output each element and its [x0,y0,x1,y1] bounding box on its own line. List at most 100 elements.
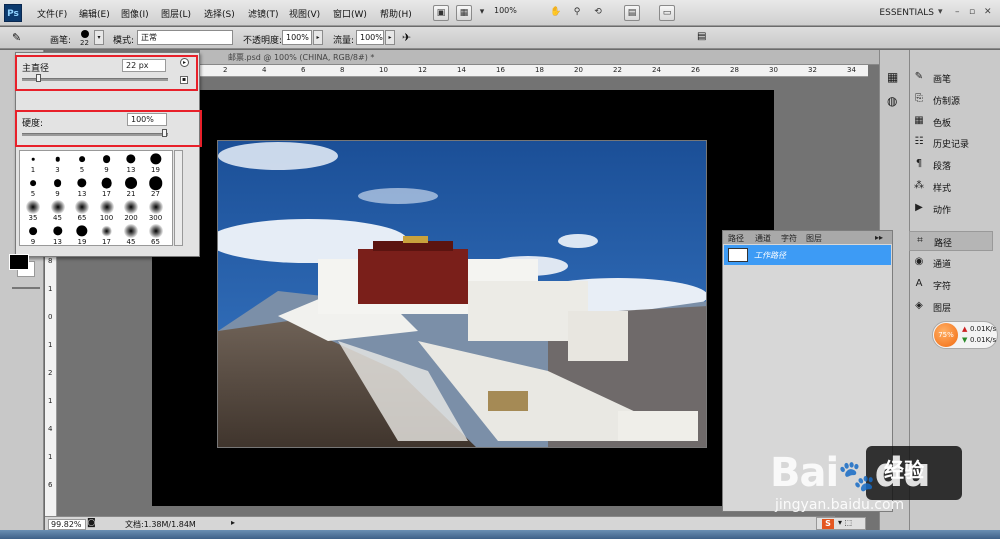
chevron-down-icon[interactable]: ▾ [474,5,490,21]
dock-item[interactable]: ✎ 画笔 [909,68,993,88]
chevron-down-icon[interactable]: ▾ [938,7,943,17]
brush-preset[interactable]: 65 [145,223,167,245]
brush-tool-icon[interactable]: ✎ [12,31,21,44]
zoom-status-field[interactable]: 99.82% [48,519,86,530]
diameter-slider[interactable] [22,78,168,81]
ruler-tick-label: 22 [613,66,622,74]
dock-item[interactable]: ⌗ 路径 [909,231,993,251]
screen-mode-icon[interactable]: ▭ [659,5,675,21]
rotate-view-icon[interactable]: ⟲ [590,5,606,21]
brush-preset[interactable]: 65 [71,199,93,223]
restore-icon[interactable]: ▫ [969,7,975,17]
brush-preset[interactable]: 17 [96,175,118,199]
menu-file[interactable]: 文件(F) [37,7,67,20]
hardness-slider-thumb[interactable] [162,129,167,137]
tab-layers[interactable]: 图层 [806,233,822,244]
brush-preset[interactable]: 5 [71,151,93,175]
opacity-field[interactable]: 100% [282,30,312,45]
ruler-horizontal[interactable]: 0246810121416182022242628303234 [196,65,868,77]
status-icon[interactable]: ◙ [87,518,96,528]
collapsed-panel-icon[interactable]: ◍ [887,94,897,108]
brush-preset[interactable]: 3 [47,151,69,175]
dock-item[interactable]: ◈ 图层 [909,297,993,317]
menu-edit[interactable]: 编辑(E) [79,7,110,20]
net-speed-ball[interactable]: 75% [934,323,958,347]
dock-item[interactable]: ▶ 动作 [909,199,993,219]
ruler-vertical[interactable]: 8 1 0 1 2 1 4 1 6 [45,253,57,519]
brush-preset[interactable]: 9 [22,223,44,245]
brush-preset[interactable]: 19 [145,151,167,175]
dock-item[interactable]: A 字符 [909,275,993,295]
brush-preset[interactable]: 17 [96,223,118,245]
dock-item[interactable]: ⁂ 样式 [909,177,993,197]
opacity-arrow[interactable]: ▸ [313,30,323,45]
diameter-field[interactable]: 22 px [122,59,166,72]
brush-preset[interactable]: 27 [145,175,167,199]
menu-view[interactable]: 视图(V) [289,7,320,20]
tab-character[interactable]: 字符 [781,233,797,244]
brush-panel-icon[interactable]: ▤ [697,31,706,42]
menu-filter[interactable]: 滤镜(T) [248,7,279,20]
menu-layer[interactable]: 图层(L) [161,7,191,20]
brush-preset[interactable]: 1 [22,151,44,175]
brush-preset[interactable]: 13 [47,223,69,245]
ruler-tick-label: 24 [652,66,661,74]
tab-paths[interactable]: 路径 [728,233,744,244]
sogou-ime-icon[interactable]: S [822,519,834,529]
menu-window[interactable]: 窗口(W) [333,7,367,20]
brush-preset[interactable]: 300 [145,199,167,223]
minimize-icon[interactable]: – [955,7,960,17]
document-tab[interactable]: 邮票.psd @ 100% (CHINA, RGB/8#) * [228,52,374,63]
brush-preset[interactable]: 45 [47,199,69,223]
brush-preset[interactable]: 200 [120,199,142,223]
path-name[interactable]: 工作路径 [754,250,786,261]
hardness-slider[interactable] [22,133,168,136]
flow-arrow[interactable]: ▸ [385,30,395,45]
arrange-documents-icon[interactable]: ▤ [624,5,640,21]
collapsed-panel-icon[interactable]: ▦ [887,70,898,84]
brush-preset[interactable]: 100 [96,199,118,223]
bridge-icon[interactable]: ▣ [433,5,449,21]
mode-select[interactable]: 正常 [137,30,233,45]
reset-size-icon[interactable]: ▪ [180,76,188,84]
zoom-tool-icon[interactable]: ⚲ [569,5,585,21]
brush-preset[interactable]: 13 [71,175,93,199]
brush-preset[interactable]: 19 [71,223,93,245]
flow-field[interactable]: 100% [356,30,384,45]
path-row[interactable] [724,245,891,265]
brush-preset[interactable]: 9 [96,151,118,175]
menu-arrow-icon[interactable]: ▸ [180,58,189,67]
tab-channels[interactable]: 通道 [755,233,771,244]
brush-preset[interactable]: 45 [120,223,142,245]
zoom-select[interactable]: 100% [494,6,534,20]
panel-collapse-icon[interactable]: ▸▸ [875,233,883,242]
hardness-field[interactable]: 100% [127,113,167,126]
menu-select[interactable]: 选择(S) [204,7,235,20]
menu-help[interactable]: 帮助(H) [380,7,412,20]
hand-tool-icon[interactable]: ✋ [548,5,564,21]
diameter-slider-thumb[interactable] [36,74,41,82]
menu-image[interactable]: 图像(I) [121,7,149,20]
brush-preset[interactable]: 13 [120,151,142,175]
dock-item[interactable]: ▦ 色板 [909,112,993,132]
brush-picker-arrow[interactable]: ▾ [94,30,104,45]
brush-preset[interactable]: 5 [22,175,44,199]
brush-preset[interactable]: 9 [47,175,69,199]
close-icon[interactable]: ✕ [984,7,992,17]
workspace-switcher[interactable]: ESSENTIALS [879,8,934,18]
brush-preset[interactable]: 35 [22,199,44,223]
ime-options-icon[interactable]: ▾ ⬚ [838,518,852,527]
dock-item[interactable]: ¶ 段落 [909,155,993,175]
airbrush-icon[interactable]: ✈ [402,31,411,44]
foreground-color[interactable] [9,254,29,270]
brush-preset[interactable]: 21 [120,175,142,199]
canvas-image[interactable] [217,140,707,448]
baidu-url: jingyan.baidu.com [775,497,905,513]
dock-item[interactable]: ◉ 通道 [909,253,993,273]
dock-item[interactable]: ⎘ 仿制源 [909,90,993,110]
dock-item[interactable]: ☷ 历史记录 [909,133,993,153]
brush-preview-icon[interactable] [81,30,89,38]
brush-grid-scrollbar[interactable] [174,150,183,246]
status-menu-arrow-icon[interactable]: ▸ [231,518,235,527]
minibridge-icon[interactable]: ▦ [456,5,472,21]
